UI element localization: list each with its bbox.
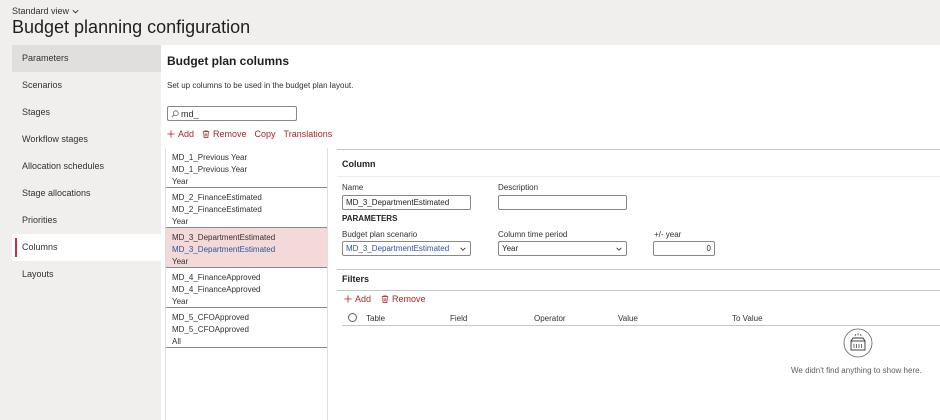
sidebar-item-stages[interactable]: Stages <box>12 99 161 126</box>
year-label: +/- year <box>654 230 682 239</box>
year-offset-field[interactable]: 0 <box>653 241 715 256</box>
description-field[interactable] <box>498 195 627 210</box>
filters-grid-header: Table Field Operator Value To Value <box>342 310 940 326</box>
sidebar: Parameters Scenarios Stages Workflow sta… <box>12 45 161 420</box>
period-select-value: Year <box>502 244 519 253</box>
list-item-selected[interactable]: MD_3_DepartmentEstimated MD_3_Department… <box>166 228 327 268</box>
sidebar-item-stage-allocations[interactable]: Stage allocations <box>12 180 161 207</box>
list-item-description: MD_2_FinanceEstimated <box>172 205 262 214</box>
list-item-description: MD_1_Previous Year <box>172 165 248 174</box>
column-header-field[interactable]: Field <box>450 314 467 323</box>
list-item-period: Year <box>172 297 189 306</box>
sidebar-item-label: Columns <box>22 242 58 252</box>
list-item[interactable]: MD_2_FinanceEstimated MD_2_FinanceEstima… <box>166 188 327 228</box>
sidebar-item-scenarios[interactable]: Scenarios <box>12 72 161 99</box>
sidebar-item-workflow-stages[interactable]: Workflow stages <box>12 126 161 153</box>
filters-toolbar: Add Remove <box>344 294 426 304</box>
plus-icon <box>344 295 352 303</box>
add-button[interactable]: Add <box>167 129 194 139</box>
sidebar-item-label: Parameters <box>22 53 69 63</box>
column-section-title: Column <box>342 159 376 169</box>
sidebar-item-label: Layouts <box>22 269 54 279</box>
sidebar-item-allocation-schedules[interactable]: Allocation schedules <box>12 153 161 180</box>
filter-input[interactable] <box>181 107 293 120</box>
list-item-description: MD_3_DepartmentEstimated <box>172 245 276 254</box>
name-field[interactable]: MD_3_DepartmentEstimated <box>342 195 471 210</box>
sidebar-item-label: Scenarios <box>22 80 63 90</box>
section-title: Budget plan columns <box>167 54 290 68</box>
scenario-label: Budget plan scenario <box>342 230 418 239</box>
divider <box>337 290 940 291</box>
trash-icon <box>202 130 210 138</box>
remove-button-label: Remove <box>213 129 247 139</box>
filter-add-button[interactable]: Add <box>344 294 371 304</box>
plus-icon <box>167 130 175 138</box>
add-button-label: Add <box>178 129 195 139</box>
trash-icon <box>381 295 389 303</box>
description-label: Description <box>498 183 539 192</box>
scenario-select-value: MD_3_DepartmentEstimated <box>346 244 450 253</box>
page-header: Standard view Budget planning configurat… <box>0 0 940 44</box>
search-icon <box>171 110 179 118</box>
sidebar-item-layouts[interactable]: Layouts <box>12 261 161 288</box>
chevron-down-icon <box>72 9 79 13</box>
divider <box>337 269 940 270</box>
view-selector-label: Standard view <box>12 6 70 16</box>
remove-button[interactable]: Remove <box>202 129 247 139</box>
parameters-heading: PARAMETERS <box>342 214 398 223</box>
scenario-select[interactable]: MD_3_DepartmentEstimated <box>342 241 471 256</box>
list-toolbar: Add Remove Copy Translations <box>167 129 332 139</box>
sidebar-item-label: Stage allocations <box>22 188 91 198</box>
chevron-down-icon <box>616 247 622 251</box>
list-item[interactable]: MD_1_Previous Year MD_1_Previous Year Ye… <box>166 148 327 188</box>
sidebar-item-label: Stages <box>22 107 51 117</box>
list-item-period: Year <box>172 217 189 226</box>
main-panel: Budget plan columns Set up columns to be… <box>161 45 940 420</box>
list-item-description: MD_5_CFOApproved <box>172 325 249 334</box>
list-item-period: Year <box>172 177 189 186</box>
chevron-down-icon <box>459 245 467 253</box>
sidebar-item-label: Priorities <box>22 215 58 225</box>
divider <box>337 176 940 177</box>
list-item-name: MD_3_DepartmentEstimated <box>172 233 276 242</box>
list-item[interactable]: MD_5_CFOApproved MD_5_CFOApproved All <box>166 308 327 348</box>
filter-remove-label: Remove <box>392 294 426 304</box>
list-item-name: MD_4_FinanceApproved <box>172 273 261 282</box>
column-header-table[interactable]: Table <box>366 314 385 323</box>
list-item-period: Year <box>172 257 189 266</box>
list-item-description: MD_4_FinanceApproved <box>172 285 261 294</box>
list-item-period: All <box>172 337 181 346</box>
column-header-value[interactable]: Value <box>618 314 638 323</box>
sidebar-item-label: Workflow stages <box>22 134 88 144</box>
empty-state-icon <box>843 328 873 358</box>
section-description: Set up columns to be used in the budget … <box>167 81 354 90</box>
divider <box>337 149 940 150</box>
columns-list: MD_1_Previous Year MD_1_Previous Year Ye… <box>165 148 328 420</box>
period-label: Column time period <box>498 230 568 239</box>
filter-add-label: Add <box>355 294 372 304</box>
filters-title: Filters <box>342 274 370 284</box>
filter-field[interactable] <box>167 106 297 121</box>
sidebar-item-parameters[interactable]: Parameters <box>12 45 161 72</box>
list-item[interactable]: MD_4_FinanceApproved MD_4_FinanceApprove… <box>166 268 327 308</box>
column-header-to-value[interactable]: To Value <box>732 314 763 323</box>
list-item-name: MD_1_Previous Year <box>172 153 248 162</box>
period-select[interactable]: Year <box>498 241 627 256</box>
name-label: Name <box>342 183 364 192</box>
filter-remove-button[interactable]: Remove <box>381 294 426 304</box>
sidebar-item-priorities[interactable]: Priorities <box>12 207 161 234</box>
translations-button-label: Translations <box>283 129 333 139</box>
copy-button[interactable]: Copy <box>255 129 276 139</box>
select-all-radio[interactable] <box>348 313 357 322</box>
list-item-name: MD_2_FinanceEstimated <box>172 193 262 202</box>
column-header-operator[interactable]: Operator <box>534 314 566 323</box>
copy-button-label: Copy <box>254 129 276 139</box>
sidebar-item-label: Allocation schedules <box>22 161 105 171</box>
translations-button[interactable]: Translations <box>284 129 333 139</box>
sidebar-item-columns[interactable]: Columns <box>12 234 161 261</box>
page-title: Budget planning configuration <box>12 17 251 37</box>
empty-state-message: We didn't find anything to show here. <box>791 366 922 375</box>
view-selector[interactable]: Standard view <box>12 6 80 16</box>
list-item-name: MD_5_CFOApproved <box>172 313 249 322</box>
